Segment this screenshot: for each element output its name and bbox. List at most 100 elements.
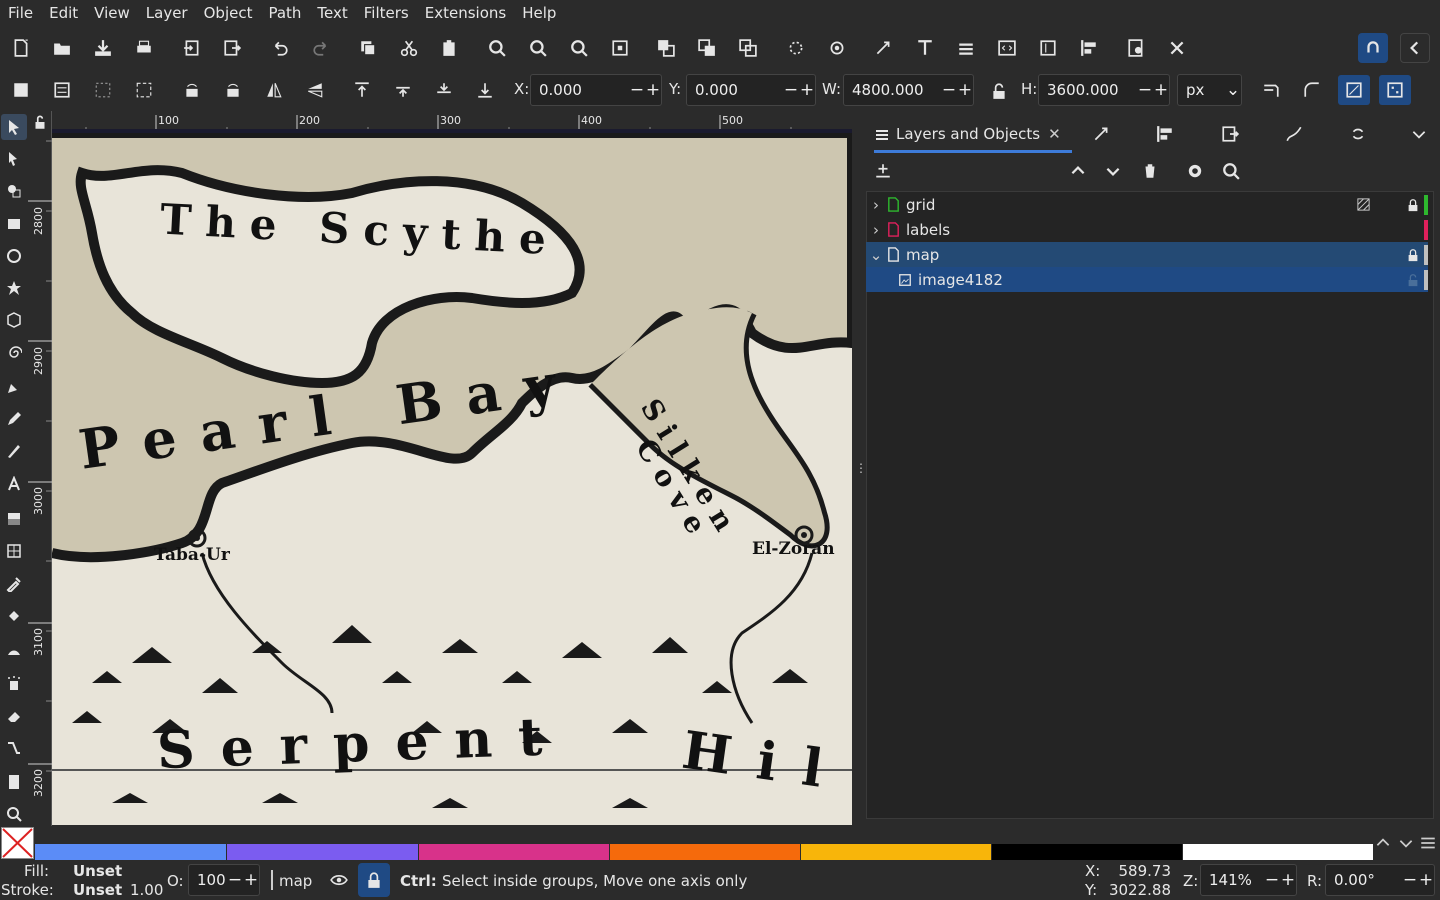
lock-guides-icon[interactable] — [28, 111, 52, 133]
zoom-drawing-icon[interactable] — [523, 33, 553, 63]
raise-to-top-icon[interactable] — [347, 75, 377, 105]
paint-bucket-icon[interactable] — [1, 603, 27, 629]
swatch-orange[interactable] — [610, 844, 800, 860]
zoom-field[interactable]: 141% − + — [1200, 864, 1297, 896]
mesh-tool-icon[interactable] — [1, 538, 27, 564]
unlock-icon[interactable] — [1406, 273, 1420, 287]
height-field[interactable]: 3600.000 − + — [1038, 74, 1170, 106]
menu-help[interactable]: Help — [514, 0, 564, 27]
dropper-tool-icon[interactable] — [1, 571, 27, 597]
group-icon[interactable] — [651, 33, 681, 63]
minus-icon[interactable]: − — [1402, 870, 1418, 890]
layer-row-map[interactable]: ⌄ map — [866, 242, 1428, 267]
zoom-center-icon[interactable] — [605, 33, 635, 63]
plus-icon[interactable]: + — [243, 870, 259, 890]
eraser-tool-icon[interactable] — [1, 703, 27, 729]
calligraphy-tool-icon[interactable] — [1, 438, 27, 464]
snap-toggle-icon[interactable] — [1358, 33, 1388, 63]
plus-icon[interactable]: + — [1153, 80, 1169, 100]
more-tabs-chevron-icon[interactable] — [1404, 119, 1434, 149]
connector-tool-icon[interactable] — [1, 735, 27, 761]
fill-stroke-tab-icon[interactable] — [1086, 119, 1116, 149]
rotate-ccw-icon[interactable] — [177, 75, 207, 105]
search-icon[interactable] — [1216, 156, 1246, 186]
plus-icon[interactable]: + — [957, 80, 973, 100]
settings-gear-icon[interactable] — [1180, 156, 1210, 186]
chevron-right-icon[interactable]: › — [866, 196, 886, 214]
export-tab-icon[interactable] — [1215, 119, 1245, 149]
path-effects-tab-icon[interactable] — [1279, 119, 1309, 149]
y-field[interactable]: 0.000 − + — [686, 74, 816, 106]
cut-icon[interactable] — [394, 33, 424, 63]
plus-icon[interactable]: + — [1418, 870, 1434, 890]
text-font-icon[interactable] — [910, 33, 940, 63]
rotation-field[interactable]: 0.00° − + — [1325, 864, 1435, 896]
swatch-purple[interactable] — [227, 844, 418, 860]
select-all-layers-icon[interactable] — [47, 75, 77, 105]
node-tool-icon[interactable] — [1, 146, 27, 172]
spray-tool-icon[interactable] — [1, 670, 27, 696]
swatch-black[interactable] — [992, 844, 1182, 860]
preferences-icon[interactable] — [1162, 33, 1192, 63]
fill-value[interactable]: Unset — [73, 862, 122, 880]
move-down-icon[interactable] — [1098, 156, 1128, 186]
export-icon[interactable] — [217, 33, 247, 63]
open-icon[interactable] — [47, 33, 77, 63]
snap-options-icon[interactable] — [1400, 33, 1430, 63]
lower-icon[interactable] — [429, 75, 459, 105]
tweak-tool-icon[interactable] — [1, 638, 27, 664]
minus-icon[interactable]: − — [783, 80, 799, 100]
scale-stroke-icon[interactable] — [1256, 75, 1286, 105]
close-icon[interactable]: ✕ — [1048, 125, 1061, 143]
pages-tool-icon[interactable] — [1, 769, 27, 795]
select-all-icon[interactable] — [6, 75, 36, 105]
save-icon[interactable] — [88, 33, 118, 63]
lock-icon[interactable] — [1406, 248, 1420, 262]
minus-icon[interactable]: − — [941, 80, 957, 100]
star-tool-icon[interactable] — [1, 275, 27, 301]
swatch-yellow[interactable] — [801, 844, 991, 860]
move-up-icon[interactable] — [1063, 156, 1093, 186]
stroke-value[interactable]: Unset — [73, 881, 122, 899]
invert-selection-icon[interactable] — [129, 75, 159, 105]
hidden-pattern-icon[interactable] — [1356, 197, 1371, 212]
fill-stroke-icon[interactable] — [868, 33, 898, 63]
panel-resize-handle[interactable]: ⋮ — [855, 461, 867, 475]
minus-icon[interactable]: − — [1137, 80, 1153, 100]
xml-editor-icon[interactable] — [992, 33, 1022, 63]
layer-row-labels[interactable]: › labels — [866, 217, 1428, 242]
zoom-tool-icon[interactable] — [1, 801, 27, 827]
unlink-clone-icon[interactable] — [781, 33, 811, 63]
menu-filters[interactable]: Filters — [356, 0, 417, 27]
delete-icon[interactable] — [1135, 156, 1165, 186]
no-paint-swatch[interactable] — [1, 827, 34, 859]
lower-to-bottom-icon[interactable] — [470, 75, 500, 105]
plus-icon[interactable]: + — [645, 80, 661, 100]
transform-patterns-icon[interactable] — [1379, 75, 1411, 105]
align-tab-icon[interactable] — [1150, 119, 1180, 149]
duplicate-icon[interactable] — [353, 33, 383, 63]
menu-extensions[interactable]: Extensions — [417, 0, 514, 27]
menu-file[interactable]: File — [0, 0, 41, 27]
visibility-eye-icon[interactable] — [324, 865, 354, 895]
print-icon[interactable] — [129, 33, 159, 63]
align-icon[interactable] — [1074, 33, 1104, 63]
document-properties-icon[interactable] — [1121, 33, 1151, 63]
plus-icon[interactable]: + — [799, 80, 815, 100]
layer-lock-icon[interactable] — [358, 863, 390, 897]
undo-icon[interactable] — [265, 33, 295, 63]
ellipse-tool-icon[interactable] — [1, 243, 27, 269]
import-icon[interactable] — [177, 33, 207, 63]
menu-path[interactable]: Path — [260, 0, 309, 27]
transform-gradients-icon[interactable] — [1338, 75, 1370, 105]
redo-icon[interactable] — [306, 33, 336, 63]
stroke-width-value[interactable]: 1.00 — [130, 881, 163, 899]
unit-select[interactable]: px ⌄ — [1177, 74, 1242, 106]
swatch-white[interactable] — [1183, 844, 1373, 860]
minus-icon[interactable]: − — [629, 80, 645, 100]
palette-menu-icon[interactable] — [1415, 830, 1440, 856]
plus-icon[interactable]: + — [1280, 870, 1296, 890]
selector-tool-icon[interactable] — [1, 114, 27, 140]
menu-text[interactable]: Text — [309, 0, 355, 27]
width-field[interactable]: 4800.000 − + — [843, 74, 974, 106]
